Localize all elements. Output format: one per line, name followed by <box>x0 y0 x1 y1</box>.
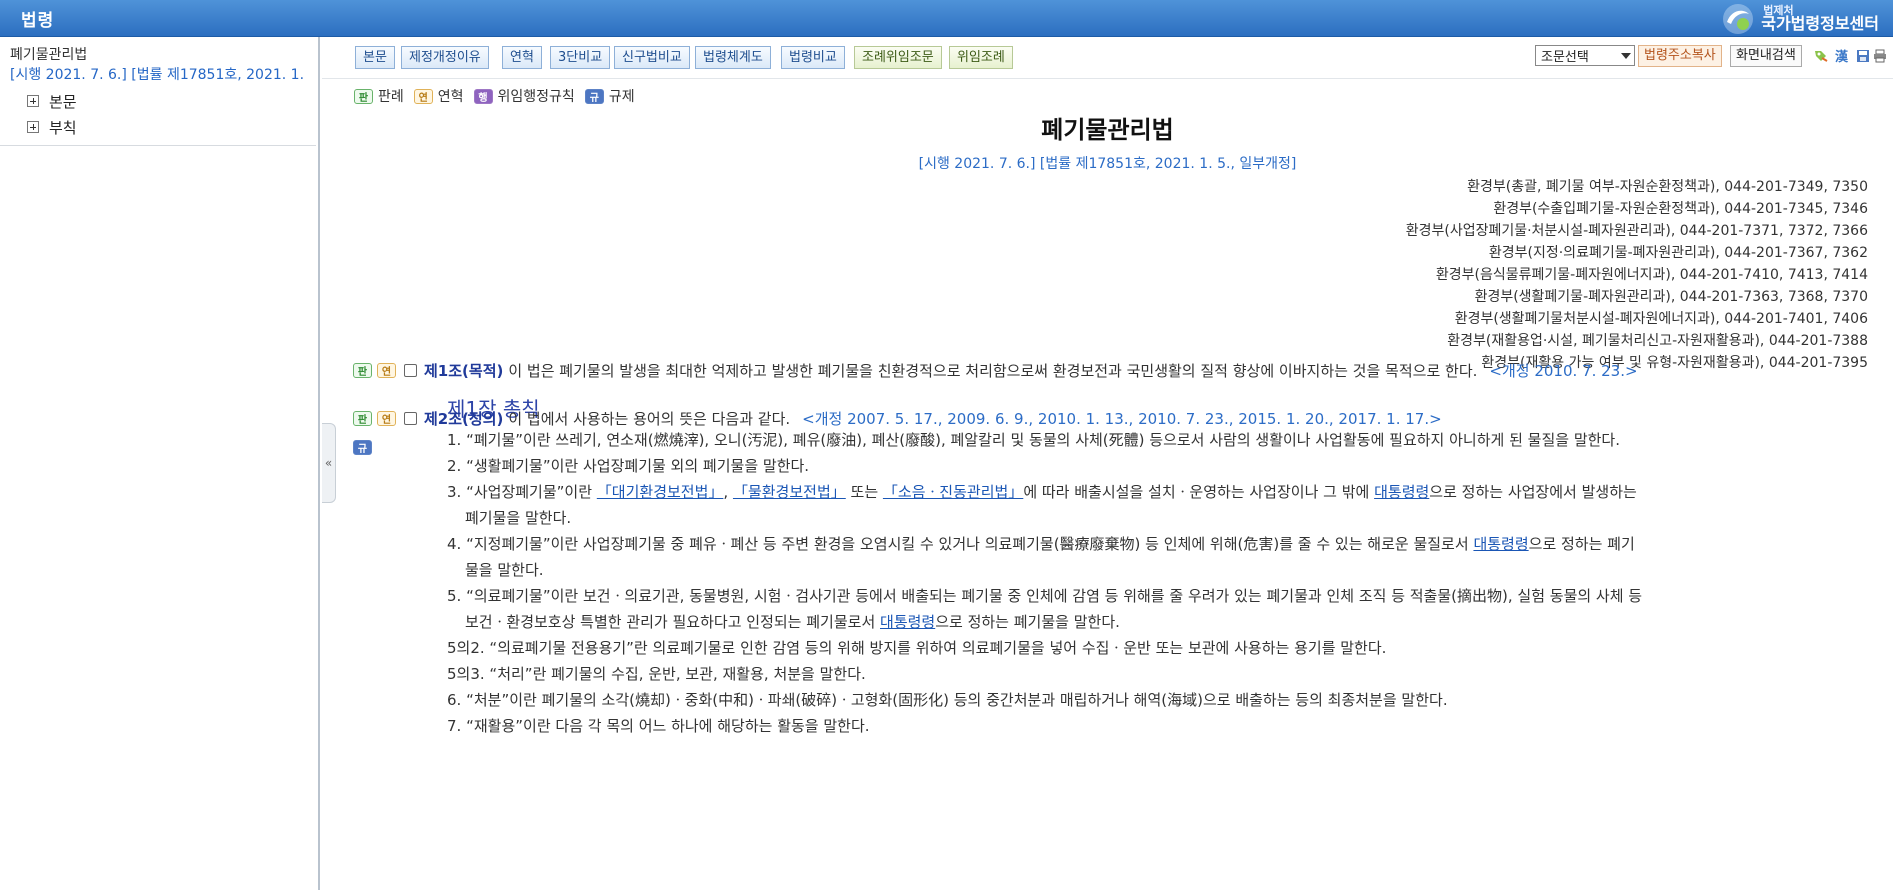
article-select-value: 조문선택 <box>1541 50 1589 65</box>
law-compare-button[interactable]: 법령비교 <box>781 46 845 69</box>
brand-name: 국가법령정보센터 <box>1761 14 1879 33</box>
contact-line: 환경부(총괄, 폐기물 여부-자원순환정책과), 044-201-7349, 7… <box>1467 179 1868 195</box>
legend-label: 규제 <box>608 89 635 105</box>
contact-line: 환경부(지정·의료폐기물-폐자원관리과), 044-201-7367, 7362 <box>1488 245 1868 261</box>
bookmark-icon[interactable] <box>1812 47 1829 64</box>
tree-law-title[interactable]: 폐기물관리법 <box>10 44 87 64</box>
article-checkbox[interactable] <box>404 412 417 425</box>
legend-regulation[interactable]: 규 규제 <box>584 86 635 106</box>
definition-item: 3. “사업장폐기물”이란 「대기환경보전법」, 「물환경보전법」 또는 「소음… <box>447 483 1637 501</box>
brand-logo-icon <box>1723 3 1754 34</box>
delegated-ordinance-button[interactable]: 위임조례 <box>949 46 1013 69</box>
law-link[interactable]: 「물환경보전법」 <box>733 483 846 501</box>
precedent-tag-icon: 판 <box>354 88 373 104</box>
tree-node-main[interactable]: 본문 <box>27 91 77 111</box>
history-tag-icon: 연 <box>413 88 433 104</box>
law-link[interactable]: 「소음ㆍ진동관리법」 <box>883 483 1023 501</box>
three-step-compare-button[interactable]: 3단비교 <box>550 46 611 69</box>
decree-link[interactable]: 대통령령 <box>1374 483 1429 501</box>
toolbar: 본문 제정개정이유 연혁 3단비교 신구법비교 법령체계도 법령비교 조례위임조… <box>322 37 1893 79</box>
tree-divider <box>0 145 316 146</box>
left-tree-pane: 폐기물관리법 [시행 2021. 7. 6.] [법률 제17851호, 202… <box>0 37 320 890</box>
definition-item: 4. “지정폐기물”이란 사업장폐기물 중 폐유ㆍ폐산 등 주변 환경을 오염시… <box>447 535 1635 553</box>
brand-logo-area[interactable]: 법제처 국가법령정보센터 <box>1721 1 1879 36</box>
tree-node-label: 본문 <box>49 92 77 111</box>
precedent-tag-icon[interactable]: 판 <box>353 411 372 426</box>
law-enforcement-info: [시행 2021. 7. 6.] [법률 제17851호, 2021. 1. 5… <box>918 156 1297 172</box>
article-checkbox[interactable] <box>404 364 417 377</box>
ordinance-delegation-button[interactable]: 조례위임조문 <box>854 46 942 69</box>
precedent-tag-icon[interactable]: 판 <box>353 363 372 378</box>
legend-label: 연혁 <box>437 89 464 105</box>
amendment-note[interactable]: <개정 2010. 7. 23.> <box>1489 360 1637 381</box>
enactment-reason-button[interactable]: 제정개정이유 <box>401 46 489 69</box>
main-text-button[interactable]: 본문 <box>355 46 395 69</box>
history-tag-icon[interactable]: 연 <box>377 411 396 426</box>
decree-link[interactable]: 대통령령 <box>1473 535 1528 553</box>
law-link[interactable]: 「대기환경보전법」 <box>597 483 724 501</box>
definition-item: 7. “재활용”이란 다음 각 목의 어느 하나에 해당하는 활동을 말한다. <box>447 717 870 735</box>
history-tag-icon[interactable]: 연 <box>377 363 396 378</box>
legend: 판 판례 연 연혁 행 위임행정규칙 규 규제 <box>354 86 645 106</box>
law-content: 판 판례 연 연혁 행 위임행정규칙 규 규제 폐기물관리법 [시행 2021.… <box>322 80 1893 890</box>
contact-line: 환경부(사업장폐기물·처분시설-폐자원관리과), 044-201-7371, 7… <box>1405 223 1868 239</box>
article-heading[interactable]: 제1조(목적) <box>424 360 503 381</box>
legend-history[interactable]: 연 연혁 <box>413 86 464 106</box>
expand-plus-icon[interactable] <box>27 95 39 107</box>
legend-label: 위임행정규칙 <box>497 89 575 105</box>
regulation-tag-icon: 규 <box>584 88 604 104</box>
decree-link[interactable]: 대통령령 <box>880 613 935 631</box>
contact-line: 환경부(생활폐기물-폐자원관리과), 044-201-7363, 7368, 7… <box>1474 289 1868 305</box>
save-icon[interactable] <box>1854 47 1871 64</box>
ministry-contacts: 환경부(총괄, 폐기물 여부-자원순환정책과), 044-201-7349, 7… <box>1406 176 1868 374</box>
copy-address-button[interactable]: 법령주소복사 <box>1638 45 1722 67</box>
contact-line: 환경부(생활폐기물처분시설-폐자원에너지과), 044-201-7401, 74… <box>1454 311 1868 327</box>
tree-node-label: 부칙 <box>49 118 77 137</box>
legend-precedent[interactable]: 판 판례 <box>354 86 404 106</box>
print-icon[interactable] <box>1873 47 1887 64</box>
hanja-icon[interactable]: 漢 <box>1833 47 1850 65</box>
legend-label: 판례 <box>378 89 404 105</box>
contact-line: 환경부(음식물류폐기물-폐자원에너지과), 044-201-7410, 7413… <box>1435 267 1868 283</box>
old-new-compare-button[interactable]: 신구법비교 <box>614 46 690 69</box>
article-text: 이 법은 폐기물의 발생을 최대한 억제하고 발생한 폐기물을 친환경적으로 처… <box>508 362 1478 380</box>
history-button[interactable]: 연혁 <box>502 46 542 69</box>
law-system-button[interactable]: 법령체계도 <box>695 46 771 69</box>
law-title: 폐기물관리법 <box>1041 116 1174 144</box>
article-1: 판 연 제1조(목적) 이 법은 폐기물의 발생을 최대한 억제하고 발생한 폐… <box>353 360 1638 381</box>
dropdown-arrow-icon <box>1621 53 1631 59</box>
regulation-tag-icon[interactable]: 규 <box>353 440 372 455</box>
contact-line: 환경부(수출입폐기물-자원순환정책과), 044-201-7345, 7346 <box>1493 201 1868 217</box>
article-select[interactable]: 조문선택 <box>1535 45 1635 66</box>
tree-law-subtitle[interactable]: [시행 2021. 7. 6.] [법률 제17851호, 2021. 1. <box>10 64 318 84</box>
expand-plus-icon[interactable] <box>27 121 39 133</box>
contact-line: 환경부(재활용업·시설, 폐기물처리신고-자원재활용과), 044-201-73… <box>1447 333 1868 349</box>
app-title: 법령 <box>21 11 55 31</box>
admin-rule-tag-icon: 행 <box>473 88 493 104</box>
top-header: 법령 법제처 국가법령정보센터 <box>0 0 1893 37</box>
legend-admin-rule[interactable]: 행 위임행정규칙 <box>473 86 575 106</box>
screen-search-button[interactable]: 화면내검색 <box>1730 45 1802 67</box>
tree-node-addenda[interactable]: 부칙 <box>27 117 77 137</box>
